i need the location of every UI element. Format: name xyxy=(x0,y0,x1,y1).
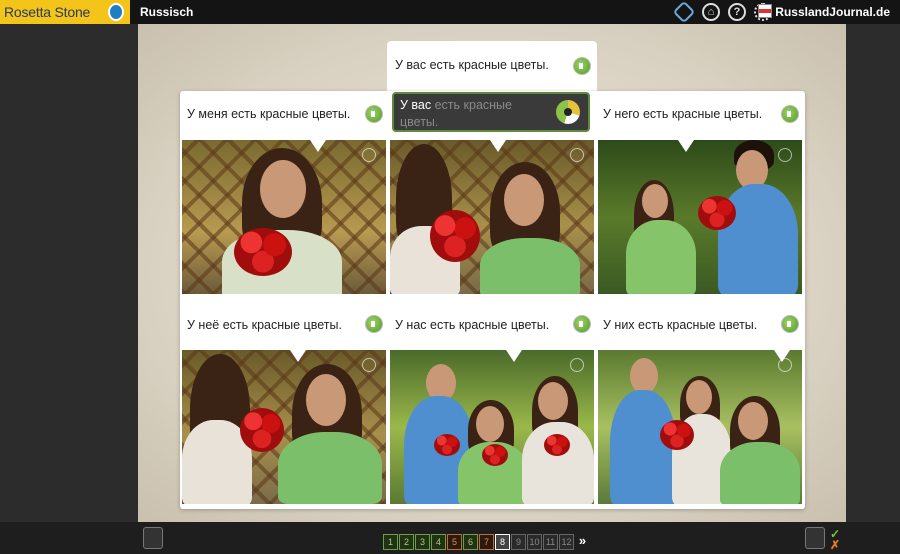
card-2-photo[interactable] xyxy=(390,140,594,294)
photo-flowers xyxy=(544,434,570,456)
prompt-tab: У вас есть красные цветы. xyxy=(387,41,597,93)
pending-text-2: цветы. xyxy=(400,115,439,129)
card-6-speaker-icon[interactable] xyxy=(781,315,799,333)
speech-notch xyxy=(310,140,326,152)
speech-notch xyxy=(678,140,694,152)
page-button-8[interactable]: 8 xyxy=(495,534,510,550)
next-page-button[interactable]: » xyxy=(575,534,590,550)
page-button-3[interactable]: 3 xyxy=(415,534,430,550)
card-3-caption: У него есть красные цветы. xyxy=(603,107,763,121)
photo-face xyxy=(538,382,568,420)
card-1-caption: У меня есть красные цветы. xyxy=(187,107,351,121)
rosetta-stone-logo: Rosetta Stone xyxy=(0,0,130,24)
photo-person xyxy=(720,442,800,504)
page-button-10[interactable]: 10 xyxy=(527,534,542,550)
photo-flowers xyxy=(482,444,508,466)
photo-face xyxy=(306,374,346,426)
photo-person xyxy=(278,432,382,504)
card-5-photo[interactable] xyxy=(390,350,594,504)
photo-person xyxy=(626,220,696,294)
pending-text: есть красные xyxy=(434,98,512,112)
card-1-speaker-icon[interactable] xyxy=(365,105,383,123)
prompt-text: У вас есть красные цветы. xyxy=(395,58,549,72)
card-3-speaker-icon[interactable] xyxy=(781,105,799,123)
level-badge-icon[interactable] xyxy=(672,0,696,24)
card-4-speaker-icon[interactable] xyxy=(365,315,383,333)
prompt-speaker-icon[interactable] xyxy=(573,57,591,75)
photo-flowers xyxy=(434,434,460,456)
page-button-7[interactable]: 7 xyxy=(479,534,494,550)
photo-speaker-icon[interactable] xyxy=(778,358,792,372)
active-answer-box: У вас есть красные цветы. xyxy=(392,92,590,132)
speech-notch xyxy=(506,350,522,362)
page-button-11[interactable]: 11 xyxy=(543,534,558,550)
photo-face xyxy=(686,380,712,414)
card-6-photo[interactable] xyxy=(598,350,802,504)
cross-icon: ✗ xyxy=(830,538,841,552)
page-button-12[interactable]: 12 xyxy=(559,534,574,550)
screen-pager: 1 2 3 4 5 6 7 8 9 10 11 12 » xyxy=(383,534,590,550)
photo-speaker-icon[interactable] xyxy=(362,148,376,162)
left-margin xyxy=(0,24,138,522)
photo-flowers xyxy=(234,228,292,276)
photo-speaker-icon[interactable] xyxy=(570,148,584,162)
help-icon[interactable]: ? xyxy=(728,3,746,21)
brand-name: Rosetta Stone xyxy=(4,4,91,20)
user-name: RusslandJournal.de xyxy=(775,5,890,19)
card-1-photo[interactable] xyxy=(182,140,386,294)
card-3-photo[interactable] xyxy=(598,140,802,294)
photo-face xyxy=(738,402,768,440)
speech-notch xyxy=(290,350,306,362)
photo-face xyxy=(642,184,668,218)
course-language: Russisch xyxy=(140,5,194,19)
photo-speaker-icon[interactable] xyxy=(570,358,584,372)
magnifier-icon[interactable] xyxy=(143,527,163,549)
page-button-9[interactable]: 9 xyxy=(511,534,526,550)
photo-face xyxy=(630,358,658,394)
right-margin xyxy=(846,24,900,522)
rosetta-logo-icon xyxy=(108,3,124,21)
card-4-caption: У неё есть красные цветы. xyxy=(187,318,342,332)
page-button-6[interactable]: 6 xyxy=(463,534,478,550)
photo-face xyxy=(260,160,306,218)
page-button-4[interactable]: 4 xyxy=(431,534,446,550)
photo-flowers xyxy=(660,420,694,450)
card-5-caption: У нас есть красные цветы. xyxy=(395,318,550,332)
flag-icon xyxy=(758,4,773,18)
page-button-1[interactable]: 1 xyxy=(383,534,398,550)
speech-notch xyxy=(490,140,506,152)
home-icon[interactable]: ⌂ xyxy=(702,3,720,21)
photo-speaker-icon[interactable] xyxy=(362,358,376,372)
page-button-5[interactable]: 5 xyxy=(447,534,462,550)
spoken-text: У вас xyxy=(400,98,432,112)
photo-flowers xyxy=(698,196,736,230)
listening-spinner-icon xyxy=(556,100,580,124)
page-button-2[interactable]: 2 xyxy=(399,534,414,550)
photo-face xyxy=(476,406,504,442)
photo-flowers xyxy=(430,210,480,262)
card-6-caption: У них есть красные цветы. xyxy=(603,318,758,332)
photo-speaker-icon[interactable] xyxy=(778,148,792,162)
top-bar: Rosetta Stone Russisch ⌂ ? ⚙ RusslandJou… xyxy=(0,0,900,24)
chat-icon[interactable] xyxy=(805,527,825,549)
photo-person xyxy=(480,238,580,294)
photo-flowers xyxy=(240,408,284,452)
user-menu[interactable]: RusslandJournal.de xyxy=(758,0,890,24)
photo-face xyxy=(504,174,544,226)
card-5-speaker-icon[interactable] xyxy=(573,315,591,333)
card-4-photo[interactable] xyxy=(182,350,386,504)
